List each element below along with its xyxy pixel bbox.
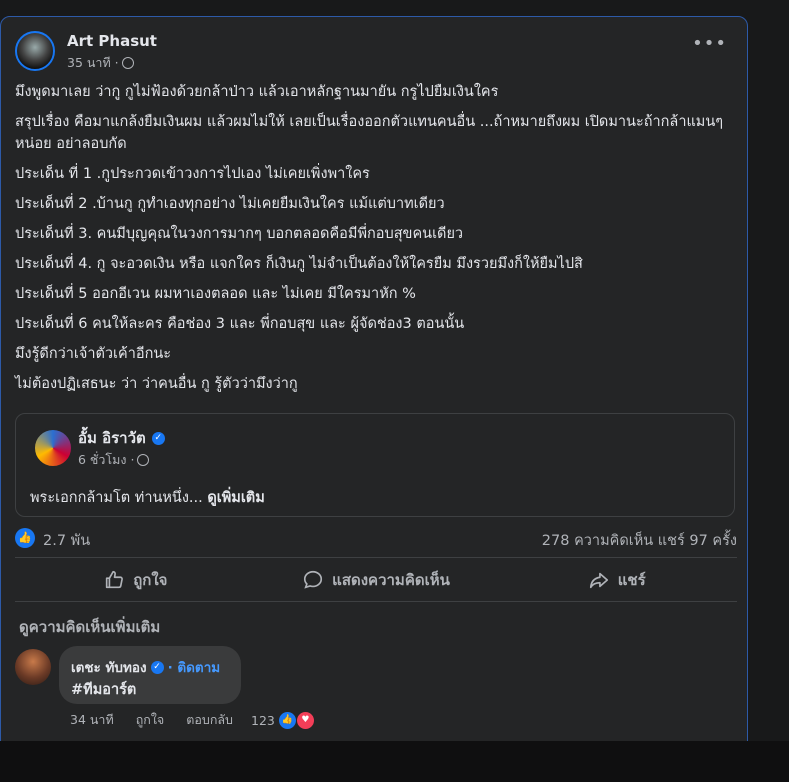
like-count[interactable]: 2.7 พัน: [43, 529, 90, 552]
reaction-stats: 👍 2.7 พัน 278 ความคิดเห็น แชร์ 97 ครั้ง: [15, 527, 737, 551]
like-button[interactable]: ถูกใจ: [15, 562, 256, 598]
commenter-avatar[interactable]: [15, 649, 51, 685]
post-line: ประเด็นที่ 5 ออกอีเวน ผมหาเองตลอด และ ไม…: [15, 286, 416, 302]
comment-button[interactable]: แสดงความคิดเห็น: [256, 562, 497, 598]
comment-bubble: เตชะ ทับทอง ✓ · ติดตาม #ทีมอาร์ต: [59, 646, 241, 704]
comment-meta: 34 นาที ถูกใจ ตอบกลับ 123 👍 ♥: [70, 710, 315, 730]
bottom-bar: [0, 741, 789, 782]
post-line: มึงพูดมาเลย ว่ากู กูไม่ฟ้องด้วยกล้าป่าว …: [15, 84, 499, 100]
comment-reply-button[interactable]: ตอบกลับ: [186, 710, 233, 730]
comment-icon: [304, 570, 323, 589]
post-line: ประเด็นที่ 2 .บ้านกู กูทำเองทุกอย่าง ไม่…: [15, 196, 445, 212]
post-line: ประเด็นที่ 4. กู จะอวดเงิน หรือ แจกใคร ก…: [15, 256, 583, 272]
comments-shares-count[interactable]: 278 ความคิดเห็น แชร์ 97 ครั้ง: [542, 529, 737, 552]
like-icon: [106, 570, 124, 589]
comment-reactions[interactable]: 123 👍 ♥: [251, 710, 315, 730]
like-label: ถูกใจ: [133, 571, 168, 589]
verified-icon: ✓: [150, 660, 164, 674]
shared-text: พระเอกกล้ามโต ท่านหนึ่ง...: [30, 490, 203, 506]
shared-author: อั้ม อิราวัต ✓: [78, 426, 165, 450]
comment-like-button[interactable]: ถูกใจ: [136, 710, 165, 730]
shared-text-row: พระเอกกล้ามโต ท่านหนึ่ง... ดูเพิ่มเติม: [30, 486, 265, 509]
top-strip: [0, 0, 789, 16]
post-line: ประเด็นที่ 3. คนมีบุญคุณในวงการมากๆ บอกต…: [15, 226, 464, 242]
shared-post[interactable]: อั้ม อิราวัต ✓ 6 ชั่วโมง · พระเอกกล้ามโต…: [15, 413, 735, 517]
shared-author-name[interactable]: อั้ม อิราวัต: [78, 426, 146, 450]
post-time[interactable]: 35 นาที ·: [67, 53, 119, 73]
post-line: สรุปเรื่อง คือมาแกล้งยืมเงินผม แล้วผมไม่…: [15, 114, 724, 152]
divider: [15, 601, 737, 602]
post-line: ไม่ต้องปฏิเสธนะ ว่า ว่าคนอื่น กู รู้ตัวว…: [15, 376, 298, 392]
comment-text[interactable]: #ทีมอาร์ต: [71, 678, 136, 701]
post-header: Art Phasut 35 นาที ·: [15, 31, 157, 75]
shared-avatar[interactable]: [33, 428, 73, 468]
comment-label: แสดงความคิดเห็น: [332, 571, 450, 589]
comment-reaction-count: 123: [251, 712, 275, 728]
shared-time[interactable]: 6 ชั่วโมง ·: [78, 450, 134, 470]
action-bar: ถูกใจ แสดงความคิดเห็น แชร์: [15, 562, 737, 598]
post-line: ประเด็น ที่ 1 .กูประกวดเข้าวงการไปเอง ไม…: [15, 166, 370, 182]
love-icon: ♥: [295, 710, 315, 730]
like-icon: 👍: [15, 528, 35, 548]
author-name[interactable]: Art Phasut: [67, 32, 157, 50]
commenter-name[interactable]: เตชะ ทับทอง: [71, 656, 147, 678]
globe-icon: [137, 454, 150, 466]
verified-icon: ✓: [151, 431, 165, 445]
comment-time[interactable]: 34 นาที: [70, 710, 114, 730]
more-options-icon[interactable]: •••: [692, 35, 727, 53]
follow-link[interactable]: · ติดตาม: [168, 656, 221, 678]
like-icon: 👍: [278, 711, 296, 729]
view-more-comments-link[interactable]: ดูความคิดเห็นเพิ่มเติม: [19, 615, 160, 639]
post-line: มึงรู้ดีกว่าเจ้าตัวเค้าอีกนะ: [15, 346, 172, 362]
see-more-link[interactable]: ดูเพิ่มเติม: [207, 490, 264, 506]
post-body: มึงพูดมาเลย ว่ากู กูไม่ฟ้องด้วยกล้าป่าว …: [15, 81, 737, 403]
post-line: ประเด็นที่ 6 คนให้ละคร คือช่อง 3 และ พี่…: [15, 316, 465, 332]
shared-meta: 6 ชั่วโมง ·: [78, 450, 150, 470]
share-button[interactable]: แชร์: [496, 562, 737, 598]
post-card: Art Phasut 35 นาที · ••• มึงพูดมาเลย ว่า…: [0, 16, 748, 756]
post-meta: 35 นาที ·: [67, 53, 157, 73]
divider: [15, 557, 737, 558]
share-icon: [589, 572, 608, 589]
author-avatar[interactable]: [15, 31, 55, 71]
commenter-header: เตชะ ทับทอง ✓ · ติดตาม: [71, 656, 220, 678]
share-label: แชร์: [617, 571, 646, 589]
globe-icon: [121, 57, 134, 69]
author-info: Art Phasut 35 นาที ·: [67, 32, 157, 73]
